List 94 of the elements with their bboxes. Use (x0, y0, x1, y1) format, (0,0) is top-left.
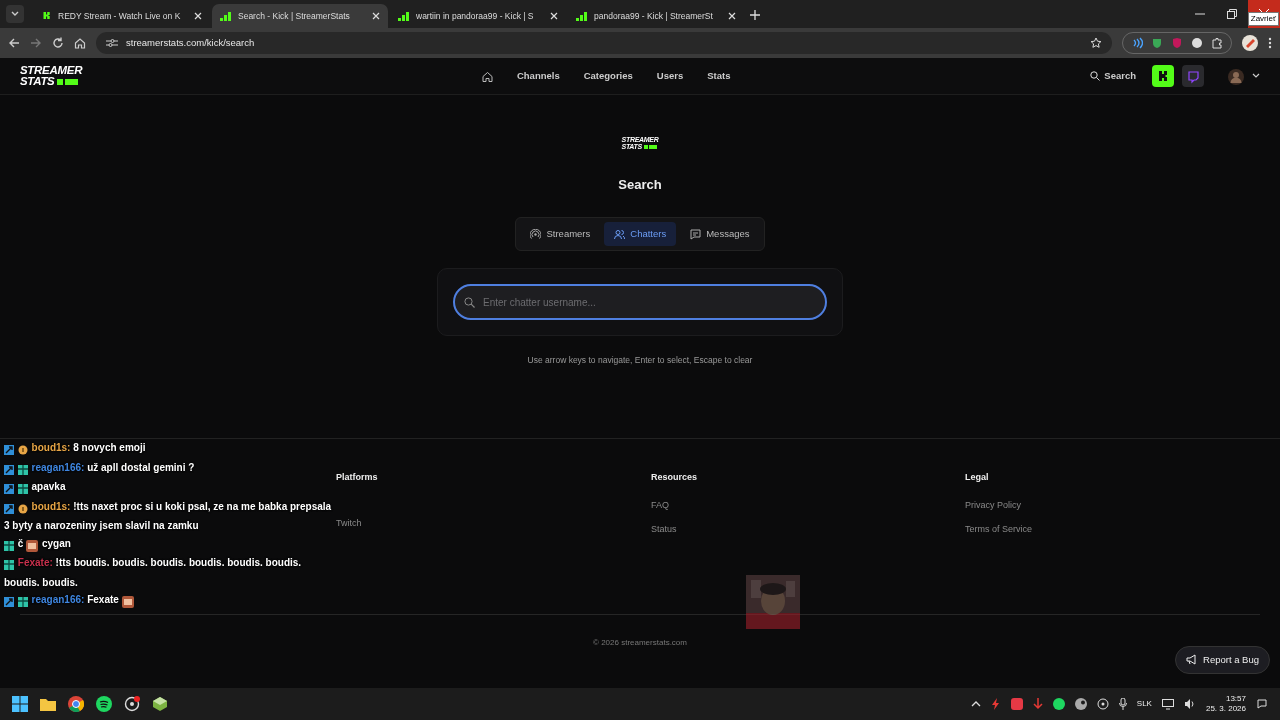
browser-tab[interactable]: wartiin in pandoraa99 - Kick | S (390, 4, 566, 28)
folder-icon[interactable] (40, 697, 56, 711)
footer-link[interactable]: Terms of Service (965, 523, 1260, 537)
tooltip: Zavrieť (1247, 12, 1279, 26)
footer-link[interactable]: Privacy Policy (965, 498, 1260, 512)
nav-link[interactable]: Categories (583, 68, 633, 84)
aperture-icon[interactable] (124, 696, 140, 712)
footer-link[interactable]: FAQ (651, 498, 965, 512)
footer-link[interactable]: Twitch (336, 516, 651, 530)
close-icon[interactable] (194, 12, 202, 20)
display-icon[interactable] (1161, 698, 1174, 710)
chevron-up-icon[interactable] (970, 701, 981, 707)
sword-badge-icon (4, 445, 14, 456)
chat-message: č cygan (4, 534, 71, 554)
search-mode-tab[interactable]: Streamers (520, 221, 601, 247)
menu-icon[interactable] (1268, 37, 1272, 49)
bars-icon (576, 11, 588, 21)
plus-icon[interactable] (750, 9, 760, 20)
search-mode-tab[interactable]: Chatters (604, 221, 677, 247)
megaphone-icon (1186, 654, 1197, 666)
nav-link[interactable]: Users (656, 68, 684, 84)
nav-link[interactable]: Channels (516, 68, 560, 84)
twitch-platform-button[interactable] (1182, 65, 1204, 87)
chevron-icon[interactable] (1252, 73, 1260, 79)
report-bug-button[interactable]: Report a Bug (1175, 645, 1270, 674)
bolt-icon[interactable] (990, 698, 1001, 710)
coin-badge-icon (17, 503, 28, 514)
page-title: Search (618, 177, 662, 193)
home-icon[interactable] (74, 37, 86, 49)
message-icon (690, 228, 702, 240)
speaker-icon[interactable] (1183, 698, 1196, 710)
search-field[interactable]: Enter chatter username... (453, 284, 827, 321)
broadcast-icon (530, 228, 542, 240)
site-logo[interactable]: STREAMER STATS (20, 65, 83, 87)
chat-message: reagan166: už apll dostal gemini ? (4, 458, 195, 478)
notification-icon[interactable] (1256, 698, 1268, 710)
chat-message: Fexate: !tts boudis. boudis. boudis. boudis. boudis. boudis. boudis. boudis. (4, 556, 303, 590)
chrome-icon[interactable] (68, 696, 84, 712)
bars-icon (220, 11, 232, 21)
steam-icon[interactable] (1074, 698, 1087, 710)
arrow-down-icon[interactable] (1032, 698, 1043, 710)
browser-tab[interactable]: REDY Stream - Watch Live on K (34, 4, 210, 28)
reload-icon[interactable] (52, 37, 64, 49)
forward-icon[interactable] (30, 37, 42, 49)
copyright: © 2026 streamerstats.com (592, 636, 688, 649)
chat-message: reagan166: Fexate (4, 591, 135, 611)
chevron-icon (11, 11, 19, 17)
profile-avatar-icon[interactable] (1242, 35, 1258, 51)
tab-list-button[interactable] (6, 5, 24, 23)
chat-message: apavka (4, 478, 66, 498)
star-icon[interactable] (1090, 37, 1102, 50)
users-icon (614, 228, 626, 240)
search-mode-tab[interactable]: Messages (680, 221, 760, 247)
footer-heading: Platforms (336, 471, 379, 484)
browser-tab[interactable]: Search - Kick | StreamerStats (212, 4, 388, 28)
footer-heading: Resources (651, 471, 699, 484)
footer-link[interactable]: Status (651, 523, 965, 537)
home-icon[interactable] (481, 70, 493, 82)
back-icon[interactable] (8, 37, 20, 49)
kick-platform-button[interactable] (1152, 65, 1174, 87)
keyboard-hint: Use arrow keys to navigate, Enter to select, Escape to clear (527, 354, 753, 367)
sword-badge-icon (4, 597, 14, 608)
coin-badge-icon (17, 445, 28, 456)
twitch-icon (1185, 68, 1201, 84)
windows-icon[interactable] (12, 696, 28, 712)
bars-icon (398, 11, 410, 21)
aperture-icon[interactable] (1096, 698, 1109, 710)
language-indicator[interactable]: SLK (1136, 698, 1152, 710)
user-avatar-icon[interactable] (1228, 68, 1244, 85)
sword-badge-icon (4, 484, 14, 495)
close-icon[interactable] (372, 12, 380, 20)
app-tray-icon[interactable] (1010, 698, 1023, 710)
search-link[interactable]: Search (1090, 68, 1136, 84)
wave-icon[interactable] (1131, 37, 1143, 49)
browser-tab[interactable]: pandoraa99 - Kick | StreamerSt (568, 4, 744, 28)
close-icon[interactable] (728, 12, 736, 20)
chat-message: boud1s: 8 novych emoji (4, 439, 146, 459)
microphone-icon[interactable] (1118, 698, 1127, 710)
site-settings-icon[interactable] (106, 38, 118, 48)
sword-badge-icon (4, 503, 14, 514)
address-bar[interactable]: streamerstats.com/kick/search (96, 32, 1112, 54)
footer-heading: Legal (965, 471, 990, 484)
k-logo-icon (42, 11, 52, 21)
spotify-icon[interactable] (1052, 698, 1065, 710)
cube-icon[interactable] (152, 696, 168, 712)
close-icon[interactable] (550, 12, 558, 20)
search-icon (1090, 71, 1101, 81)
sword-badge-icon (4, 464, 14, 475)
clock[interactable]: 13:57 25. 3. 2026 (1205, 694, 1246, 714)
shield-icon[interactable] (1151, 37, 1163, 49)
nav-link[interactable]: Stats (707, 68, 731, 84)
restore-icon[interactable] (1227, 9, 1237, 19)
spotify-icon[interactable] (96, 696, 112, 712)
puzzle-icon[interactable] (1211, 37, 1223, 49)
